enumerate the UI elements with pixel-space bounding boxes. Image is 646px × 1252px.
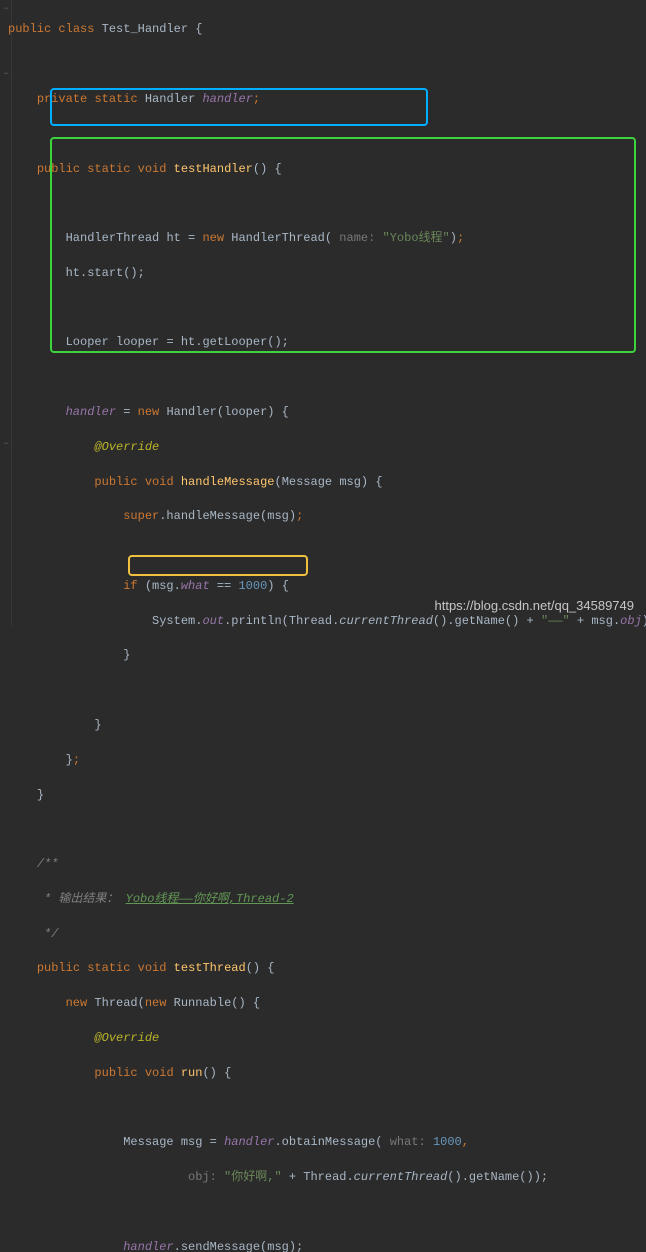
- param-hint: what:: [383, 1135, 433, 1149]
- type: Message: [282, 475, 332, 489]
- comment-output: Yobo线程——你好啊,Thread-2: [126, 892, 294, 906]
- keyword-public: public: [8, 22, 51, 36]
- kw: public: [37, 162, 80, 176]
- var: looper: [116, 335, 159, 349]
- comment-close: */: [37, 927, 59, 941]
- ctor-call: Handler(looper) {: [166, 405, 288, 419]
- annotation: @Override: [94, 440, 159, 454]
- kw: void: [145, 1066, 174, 1080]
- kw: void: [145, 475, 174, 489]
- kw: public: [94, 1066, 137, 1080]
- watermark-text: https://blog.csdn.net/qq_34589749: [435, 597, 635, 616]
- method-name: testHandler: [174, 162, 253, 176]
- kw: new: [66, 996, 88, 1010]
- type: Handler: [145, 92, 195, 106]
- var: ht: [166, 231, 180, 245]
- ctor: HandlerThread: [231, 231, 325, 245]
- op: + Thread.: [282, 1170, 354, 1184]
- kw: private: [37, 92, 87, 106]
- expr: ht.getLooper();: [181, 335, 289, 349]
- type: Message: [123, 1135, 173, 1149]
- string-literal: "Yobo线程": [383, 231, 450, 245]
- param-hint: name:: [332, 231, 382, 245]
- kw: public: [37, 961, 80, 975]
- stmt: ht.start();: [66, 266, 145, 280]
- param: msg: [339, 475, 361, 489]
- class-name: Test_Handler: [102, 22, 188, 36]
- number-literal: 1000: [238, 579, 267, 593]
- kw: static: [87, 162, 130, 176]
- param-hint: obj:: [181, 1170, 224, 1184]
- method-name: run: [181, 1066, 203, 1080]
- op: ==: [210, 579, 239, 593]
- field-handler: handler: [202, 92, 252, 106]
- comment-open: /**: [37, 857, 59, 871]
- kw: new: [202, 231, 224, 245]
- var: msg: [181, 1135, 203, 1149]
- field: what: [181, 579, 210, 593]
- field: handler: [224, 1135, 274, 1149]
- number-literal: 1000: [433, 1135, 462, 1149]
- code-editor[interactable]: public class Test_Handler { private stat…: [0, 0, 646, 1252]
- kw: new: [145, 996, 167, 1010]
- kw: public: [94, 475, 137, 489]
- call: .sendMessage(msg);: [174, 1240, 304, 1252]
- comment-text: * 输出结果：: [37, 892, 126, 906]
- type: HandlerThread: [66, 231, 160, 245]
- keyword-class: class: [58, 22, 94, 36]
- method-name: testThread: [174, 961, 246, 975]
- ctor: Thread(: [94, 996, 144, 1010]
- type: Looper: [66, 335, 109, 349]
- punc: ,: [462, 1135, 469, 1149]
- kw: new: [138, 405, 160, 419]
- expr: msg.: [152, 579, 181, 593]
- call: ().getName());: [447, 1170, 548, 1184]
- annotation: @Override: [94, 1031, 159, 1045]
- field: handler: [123, 1240, 173, 1252]
- method-name: handleMessage: [181, 475, 275, 489]
- kw: static: [94, 92, 137, 106]
- ctor: Runnable() {: [174, 996, 260, 1010]
- kw: if: [123, 579, 137, 593]
- static-call: currentThread: [354, 1170, 448, 1184]
- call: .obtainMessage(: [274, 1135, 382, 1149]
- kw: static: [87, 961, 130, 975]
- kw: void: [138, 961, 167, 975]
- field-handler: handler: [66, 405, 116, 419]
- string-literal: "你好啊,": [224, 1170, 282, 1184]
- kw: void: [138, 162, 167, 176]
